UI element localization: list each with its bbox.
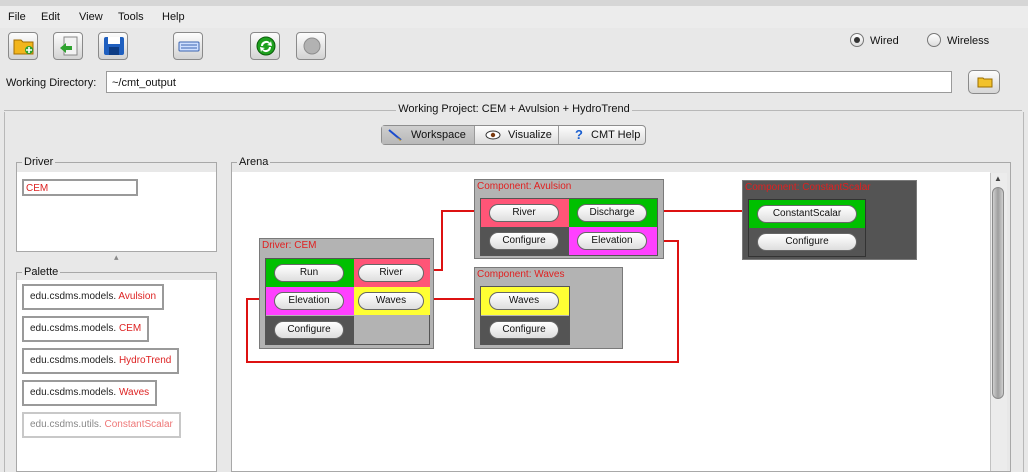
arena-scrollbar-thumb[interactable] [992, 187, 1004, 399]
component-title: Component: Avulsion [477, 181, 572, 192]
port-cell: Waves [354, 287, 430, 315]
port-cell: Configure [481, 316, 569, 345]
constantscalar-component[interactable]: Component: ConstantScalar ConstantScalar… [742, 180, 917, 260]
component-port-grid: Run River Elevation Waves Configure [265, 258, 430, 345]
component-port-grid: Waves Configure [480, 286, 570, 345]
waves-component[interactable]: Component: Waves Waves Configure [474, 267, 623, 349]
component-port-grid: River Discharge Configure Elevation [480, 198, 658, 256]
port-elevation-button[interactable]: Elevation [274, 292, 344, 310]
avulsion-component[interactable]: Component: Avulsion River Discharge Conf… [474, 179, 664, 259]
port-cell: Discharge [569, 199, 657, 227]
port-river-button[interactable]: River [489, 204, 559, 222]
port-configure-button[interactable]: Configure [274, 321, 344, 339]
port-cell: River [481, 199, 569, 227]
component-port-grid: ConstantScalar Configure [748, 199, 866, 257]
port-discharge-button[interactable]: Discharge [577, 204, 647, 222]
scroll-up-arrow-icon[interactable]: ▲ [994, 174, 1002, 183]
port-cell: Run [266, 259, 354, 287]
port-cell: Elevation [266, 287, 354, 315]
port-configure-button[interactable]: Configure [489, 232, 559, 250]
port-configure-button[interactable]: Configure [489, 321, 559, 339]
port-river-button[interactable]: River [358, 264, 424, 282]
port-cell: Configure [481, 227, 569, 255]
port-cell: Configure [749, 228, 865, 256]
port-cell: Waves [481, 287, 569, 315]
port-run-button[interactable]: Run [274, 264, 344, 282]
port-waves-button[interactable]: Waves [358, 292, 424, 310]
port-cell: Elevation [569, 227, 657, 255]
driver-cem-component[interactable]: Driver: CEM Run River Elevation Waves Co… [259, 238, 434, 349]
port-cell: River [354, 259, 430, 287]
port-constantscalar-button[interactable]: ConstantScalar [757, 205, 857, 223]
wire-river [431, 210, 479, 271]
component-title: Component: Waves [477, 269, 565, 280]
port-configure-button[interactable]: Configure [757, 233, 857, 251]
port-waves-button[interactable]: Waves [489, 292, 559, 310]
component-title: Component: ConstantScalar [745, 182, 871, 193]
port-cell: ConstantScalar [749, 200, 865, 228]
port-cell: Configure [266, 316, 354, 345]
component-title: Driver: CEM [262, 240, 317, 251]
port-elevation-button[interactable]: Elevation [577, 232, 647, 250]
